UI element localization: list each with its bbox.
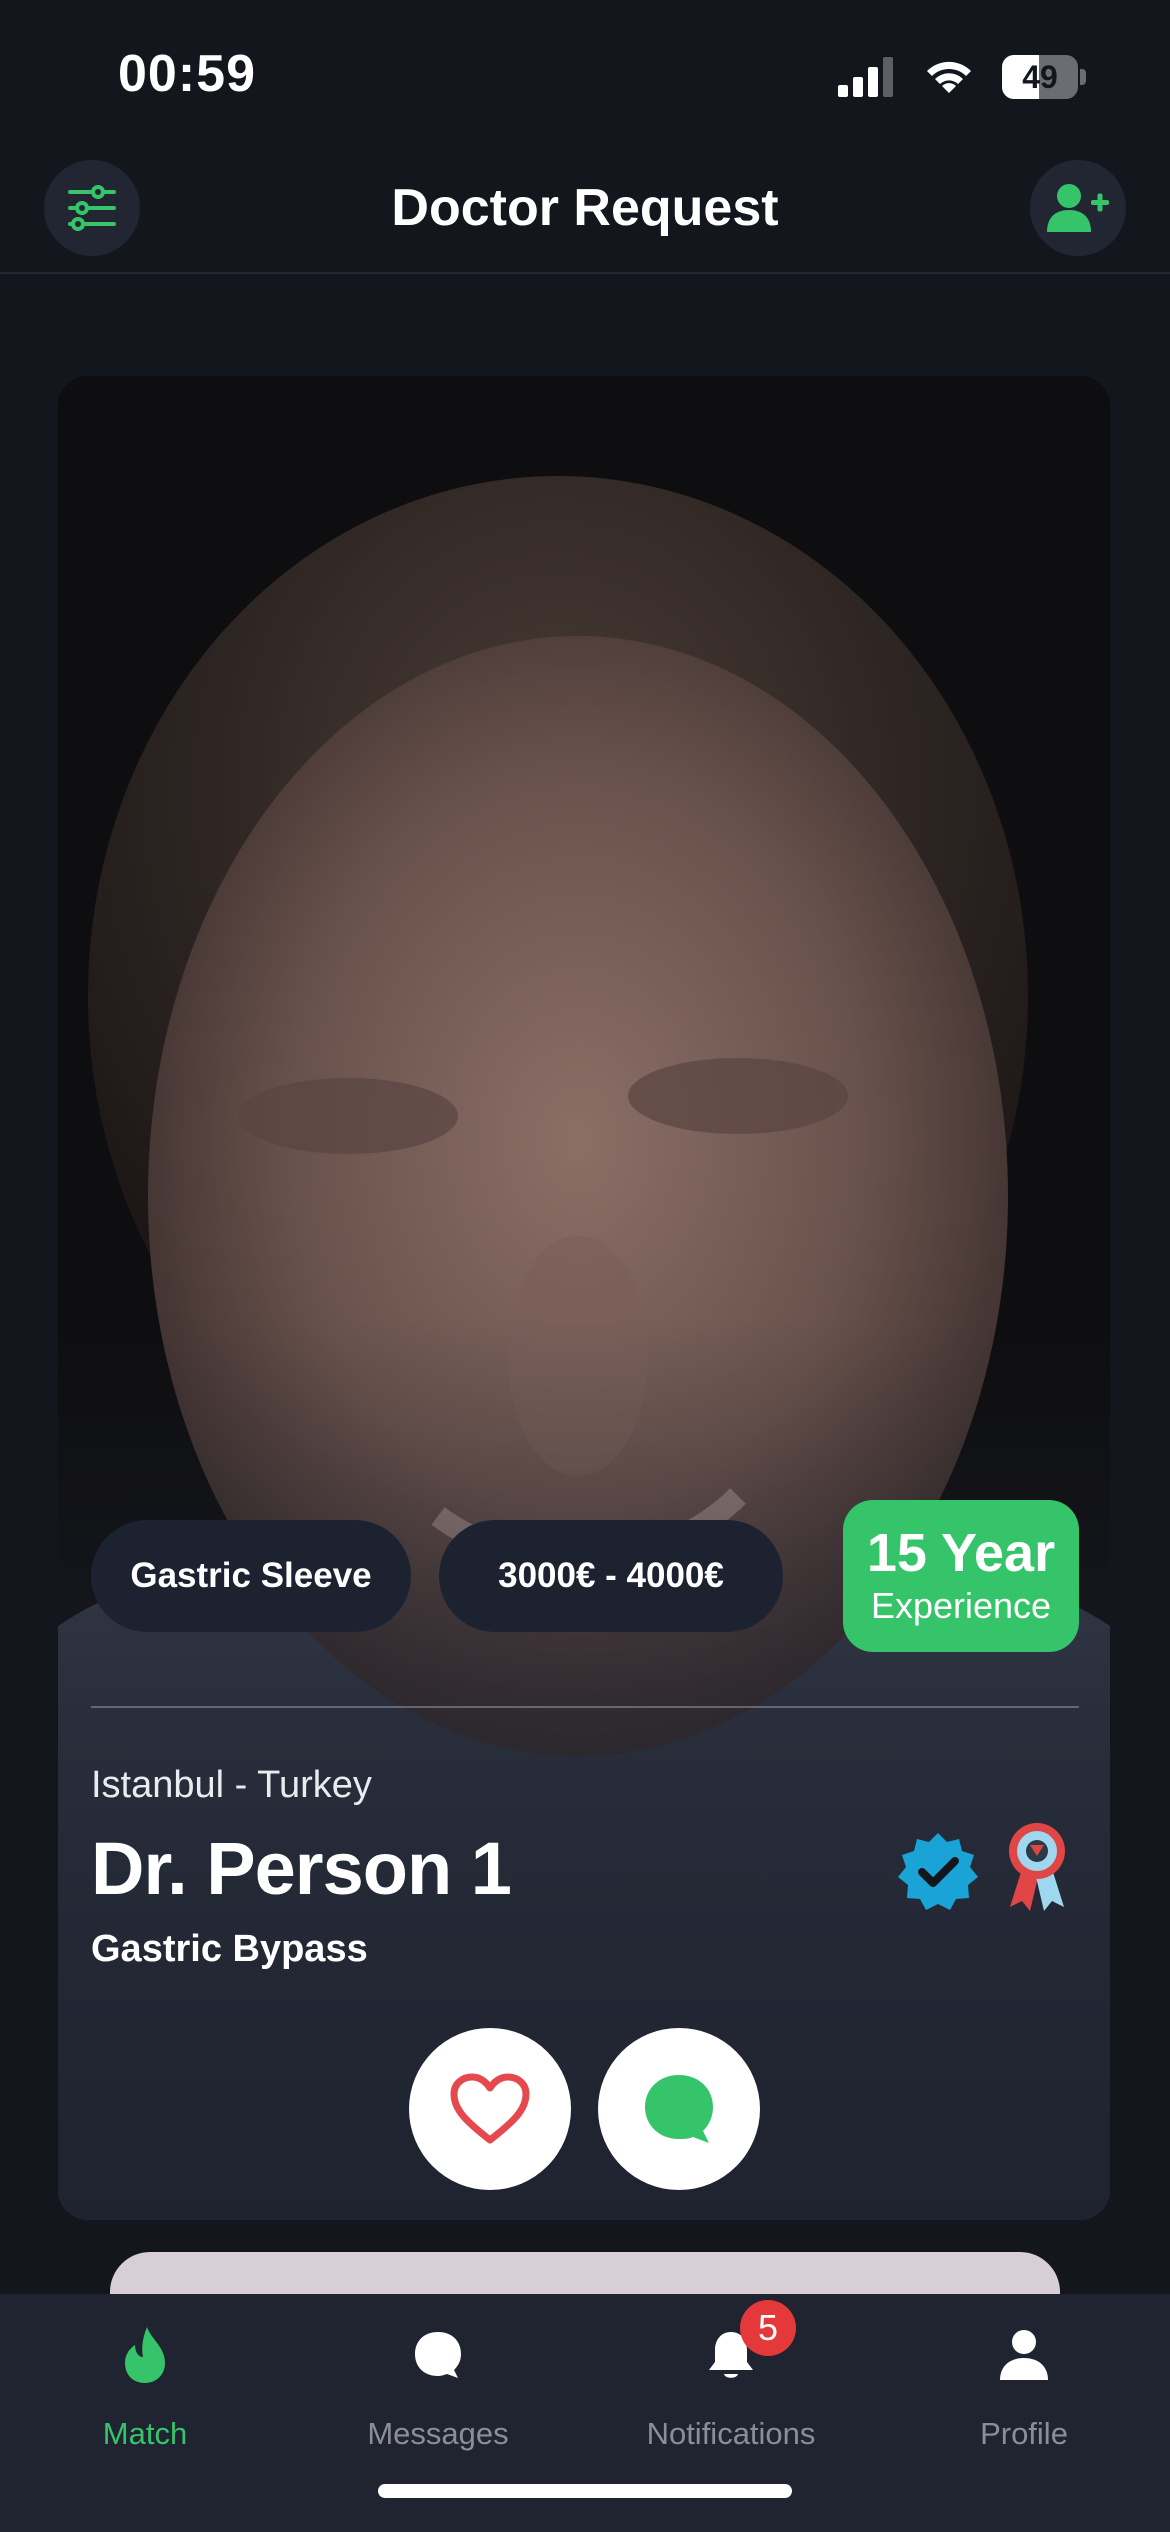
- tab-notifications[interactable]: 5 Notifications: [611, 2300, 851, 2470]
- heart-icon: [450, 2073, 530, 2144]
- page-title: Doctor Request: [391, 179, 779, 237]
- tab-messages[interactable]: Messages: [318, 2320, 558, 2470]
- add-user-button[interactable]: [1030, 160, 1126, 256]
- battery-level: 49: [1022, 59, 1058, 95]
- award-ribbon-icon: [1009, 1823, 1065, 1911]
- like-button[interactable]: [409, 2028, 571, 2190]
- home-indicator: [378, 2484, 792, 2498]
- flame-icon: [125, 2327, 165, 2383]
- doctor-name: Dr. Person 1: [91, 1827, 512, 1910]
- chat-icon: [415, 2332, 461, 2378]
- status-icons: 49: [838, 52, 1086, 102]
- chat-button[interactable]: [598, 2028, 760, 2190]
- status-bar: 00:59 49: [0, 0, 1170, 150]
- chat-bubble-icon: [645, 2075, 713, 2143]
- status-time: 00:59: [118, 45, 256, 103]
- notification-badge: 5: [740, 2300, 796, 2356]
- add-user-icon: [1047, 184, 1109, 232]
- card-divider: [91, 1706, 1079, 1708]
- price-tag: 3000€ - 4000€: [439, 1520, 783, 1632]
- procedure-tag: Gastric Sleeve: [91, 1520, 411, 1632]
- person-icon: [1000, 2330, 1048, 2380]
- tab-profile[interactable]: Profile: [904, 2320, 1144, 2470]
- battery-icon: 49: [1002, 55, 1086, 99]
- doctor-card[interactable]: Gastric Sleeve 3000€ - 4000€ 15 Year Exp…: [58, 376, 1110, 2220]
- experience-years: 15 Year: [866, 1523, 1056, 1584]
- experience-label: Experience: [870, 1585, 1052, 1627]
- wifi-icon: [927, 61, 971, 93]
- cellular-signal-icon: [838, 57, 893, 97]
- tab-match[interactable]: Match: [25, 2320, 265, 2470]
- tab-label-notifications: Notifications: [646, 2416, 816, 2451]
- tab-label-messages: Messages: [367, 2416, 509, 2451]
- doctor-specialty: Gastric Bypass: [91, 1928, 368, 1970]
- tab-label-match: Match: [102, 2416, 188, 2451]
- app-screen: 00:59 49 Doctor Request Gastric Sleeve 3…: [0, 0, 1170, 2532]
- doctor-location: Istanbul - Turkey: [91, 1764, 372, 1806]
- app-header: Doctor Request: [0, 150, 1170, 274]
- verified-badge-icon: [898, 1833, 978, 1910]
- tab-label-profile: Profile: [980, 2416, 1068, 2451]
- experience-badge: 15 Year Experience: [843, 1500, 1079, 1652]
